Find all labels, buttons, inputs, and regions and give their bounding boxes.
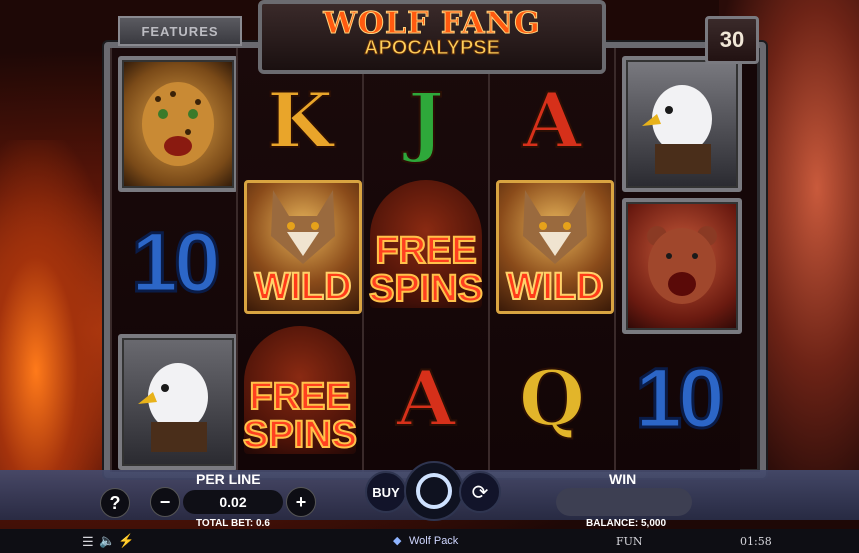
a-label: A <box>396 353 457 444</box>
bear-symbol <box>622 198 742 334</box>
win-amount-field <box>556 488 692 516</box>
reel-5: 10 <box>614 48 742 472</box>
ten-symbol: 10 <box>118 198 230 326</box>
clock: 01:58 <box>740 535 772 548</box>
spin-button[interactable] <box>404 461 464 521</box>
ten-label: 10 <box>634 349 726 446</box>
q-symbol: Q <box>496 334 608 462</box>
autoplay-button[interactable]: ⟳ <box>459 471 501 513</box>
eagle-symbol <box>118 334 238 470</box>
sound-icon[interactable]: 🔈 <box>99 533 115 549</box>
total-bet-label: TOTAL BET: 0.6 <box>196 518 270 529</box>
k-symbol: K <box>244 56 356 184</box>
lines-count: 30 <box>705 16 759 64</box>
q-label: Q <box>518 353 586 444</box>
status-bar: ☰ 🔈 ⚡ ◆ Wolf Pack FUN 01:58 <box>0 529 859 553</box>
leopard-symbol <box>118 56 238 192</box>
leopard-icon <box>142 82 214 166</box>
spins-label: SPINS <box>368 268 484 310</box>
autoplay-icon: ⟳ <box>471 481 489 504</box>
per-line-label: PER LINE <box>196 471 261 487</box>
wild-symbol: WILD <box>496 180 614 314</box>
reel-2: K WILD FREE SPINS <box>236 48 362 472</box>
wild-symbol: WILD <box>244 180 362 314</box>
eagle-icon <box>138 363 208 452</box>
reel-4: A WILD Q <box>488 48 614 472</box>
free-label: FREE <box>374 230 477 272</box>
buy-feature-button[interactable]: BUY <box>365 471 407 513</box>
eagle-symbol <box>622 56 742 192</box>
free-spins-symbol: FREE SPINS <box>368 180 484 310</box>
spin-icon <box>416 473 452 509</box>
wild-label: WILD <box>505 265 604 309</box>
j-label: J <box>407 75 445 166</box>
k-label: K <box>266 75 334 166</box>
ten-symbol: 10 <box>622 334 734 462</box>
spins-label: SPINS <box>242 414 358 456</box>
background-fire <box>0 140 120 470</box>
decrease-bet-button[interactable]: − <box>150 487 180 517</box>
a-symbol: A <box>496 56 608 184</box>
wolf-icon <box>271 190 335 264</box>
increase-bet-button[interactable]: + <box>286 487 316 517</box>
features-button[interactable]: FEATURES <box>118 16 242 46</box>
mode-label: FUN <box>616 535 643 548</box>
wolf-icon <box>523 190 587 264</box>
brand-icon: ◆ <box>393 535 402 547</box>
bear-icon <box>647 226 717 304</box>
wild-label: WILD <box>253 265 352 309</box>
turbo-icon[interactable]: ⚡ <box>118 533 134 549</box>
help-button[interactable]: ? <box>100 488 130 518</box>
ten-label: 10 <box>130 213 222 310</box>
game-title-banner: WOLF FANG APOCALYPSE <box>258 0 606 74</box>
reel-1: 10 <box>110 48 238 472</box>
free-label: FREE <box>248 376 351 418</box>
title-main: WOLF FANG <box>323 6 541 42</box>
reel-frame: 10 K WILD FREE SPINS J FREE SPINS A A WI… <box>104 42 766 478</box>
eagle-icon <box>642 85 712 174</box>
a-symbol: A <box>370 334 482 462</box>
title-sub: APOCALYPSE <box>364 37 501 60</box>
balance-label: BALANCE: 5,000 <box>586 518 667 529</box>
menu-icon[interactable]: ☰ <box>82 534 94 550</box>
win-label: WIN <box>609 471 637 487</box>
brand-name: Wolf Pack <box>409 535 459 547</box>
reel-3: J FREE SPINS A <box>362 48 488 472</box>
per-line-value: 0.02 <box>183 490 283 514</box>
j-symbol: J <box>370 56 482 184</box>
a-label: A <box>522 75 583 166</box>
free-spins-symbol: FREE SPINS <box>242 326 358 456</box>
